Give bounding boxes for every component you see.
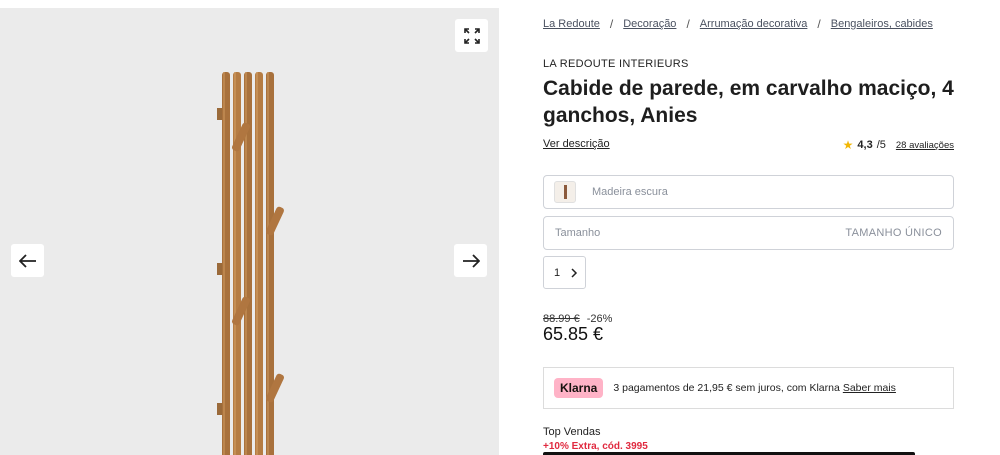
size-selector[interactable]: Tamanho TAMANHO ÚNICO (543, 216, 954, 250)
expand-button[interactable] (455, 19, 488, 52)
breadcrumb-link-decoracao[interactable]: Decoração (623, 18, 676, 30)
klarna-text: 3 pagamentos de 21,95 € sem juros, com K… (613, 382, 840, 394)
previous-image-button[interactable] (11, 244, 44, 277)
arrow-left-icon (18, 253, 36, 268)
product-image[interactable] (205, 58, 295, 455)
expand-icon (463, 27, 480, 44)
next-image-button[interactable] (454, 244, 487, 277)
breadcrumb-link-home[interactable]: La Redoute (543, 18, 600, 30)
brand-name[interactable]: LA REDOUTE INTERIEURS (543, 58, 689, 70)
star-icon: ★ (842, 138, 854, 152)
rating-scale: /5 (876, 139, 886, 151)
top-sales-label: Top Vendas (543, 426, 601, 438)
quantity-selector[interactable]: 1 (543, 256, 586, 289)
breadcrumb-link-bengaleiros[interactable]: Bengaleiros, cabides (831, 18, 933, 30)
color-value: Madeira escura (592, 186, 668, 198)
breadcrumb-separator: / (609, 17, 614, 31)
promo-offer: +10% Extra, cód. 3995 (543, 441, 648, 452)
chevron-right-icon (571, 267, 578, 278)
product-gallery (0, 8, 499, 455)
breadcrumb-link-arrumacao[interactable]: Arrumação decorativa (700, 18, 808, 30)
see-description-link[interactable]: Ver descrição (543, 138, 610, 150)
breadcrumb-separator: / (817, 17, 821, 31)
arrow-right-icon (462, 253, 480, 268)
product-title: Cabide de parede, em carvalho maciço, 4 … (543, 77, 954, 127)
klarna-learn-more-link[interactable]: Saber mais (843, 382, 896, 394)
rating: ★ 4,3 /5 28 avaliações (843, 138, 954, 152)
reviews-link[interactable]: 28 avaliações (896, 140, 954, 151)
breadcrumb-separator: / (686, 17, 690, 31)
size-value: TAMANHO ÚNICO (845, 227, 942, 239)
size-label: Tamanho (555, 227, 601, 239)
color-swatch (554, 181, 576, 203)
color-selector[interactable]: Madeira escura (543, 175, 954, 209)
klarna-logo: Klarna (554, 378, 604, 398)
current-price: 65.85 € (543, 324, 604, 344)
breadcrumb: La Redoute / Decoração / Arrumação decor… (543, 17, 933, 31)
quantity-value: 1 (554, 266, 561, 279)
color-swatch-fill (563, 185, 567, 199)
rating-score: 4,3 (857, 139, 873, 151)
klarna-banner: Klarna 3 pagamentos de 21,95 € sem juros… (543, 367, 954, 409)
